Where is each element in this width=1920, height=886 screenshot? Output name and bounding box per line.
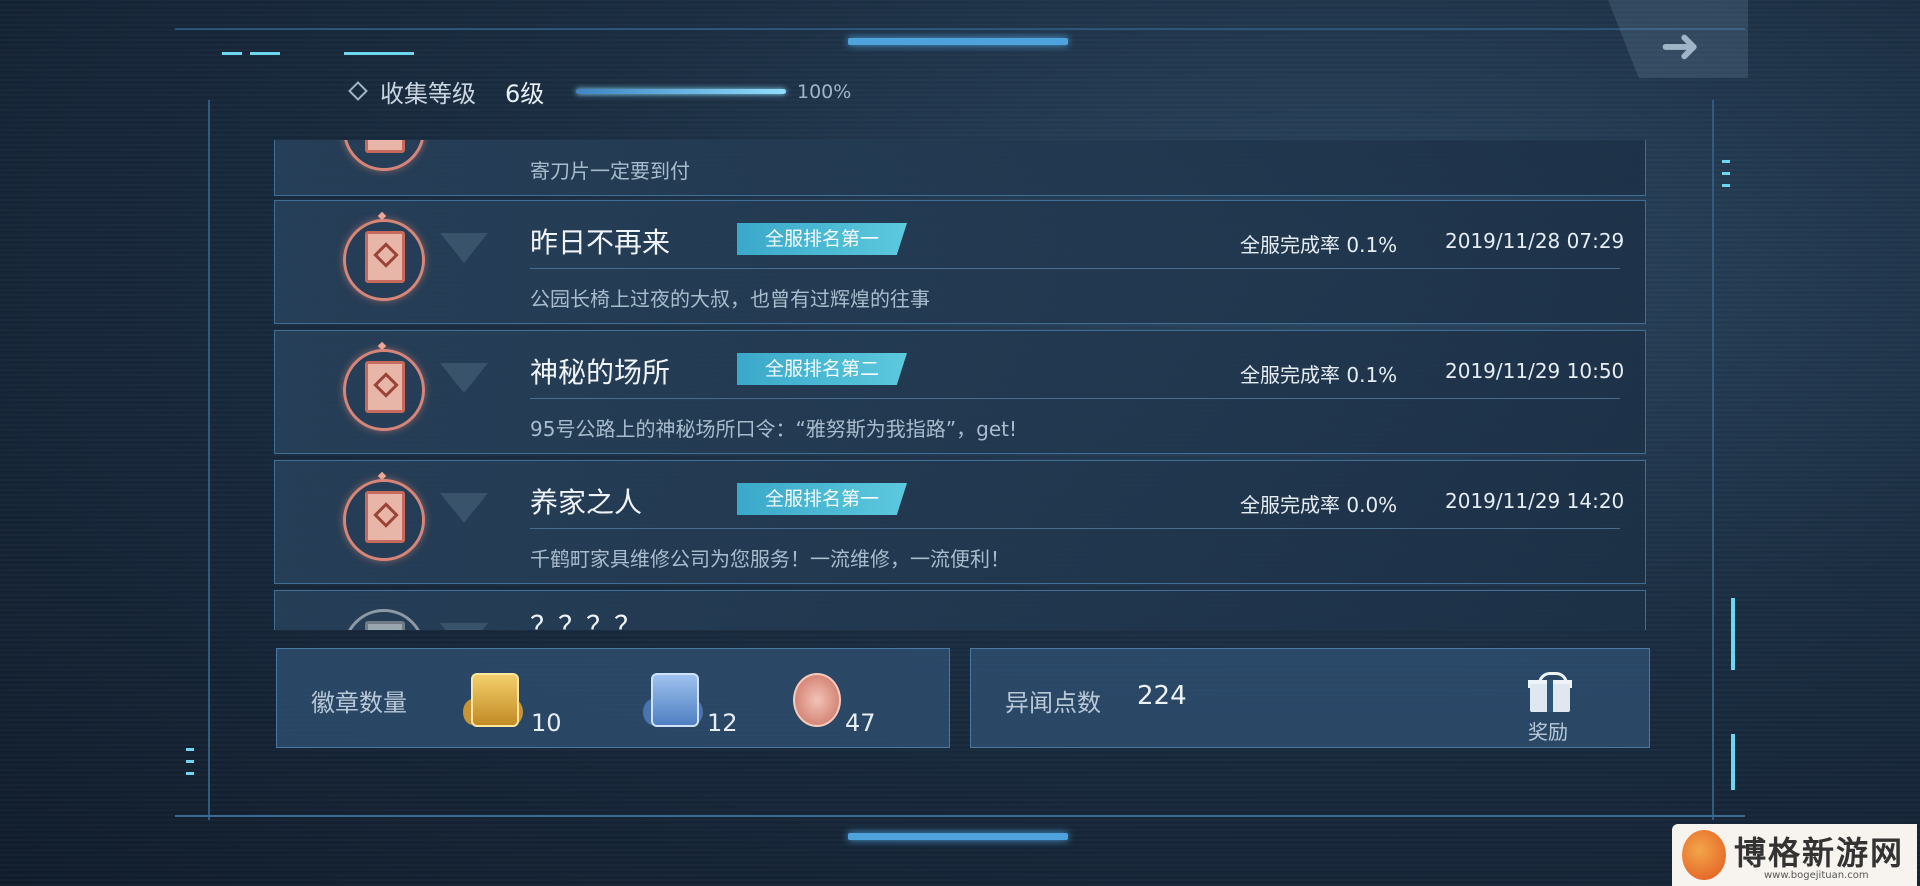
site-watermark: 博格新游网 www.bogejituan.com [1672, 824, 1917, 886]
rank-tag: 全服排名第一 [737, 223, 907, 255]
watermark-logo-icon [1682, 830, 1726, 880]
frame-bottom-line [175, 815, 1745, 817]
frame-tick [186, 772, 194, 775]
list-item[interactable]: 养家之人 全服排名第一 全服完成率 0.0% 2019/11/29 14:20 … [274, 460, 1646, 584]
locked-badge-icon [341, 603, 425, 630]
frame-left-line [208, 100, 210, 820]
completion-rate: 全服完成率 0.0% [1240, 493, 1398, 517]
achievement-desc: 寄刀片一定要到付 [530, 159, 690, 183]
triangle-decoration [440, 493, 488, 523]
completion-time: 2019/11/28 07:29 [1445, 229, 1625, 253]
achievement-desc: 千鹤町家具维修公司为您服务！一流维修，一流便利！ [530, 547, 1010, 571]
completion-rate: 全服完成率 0.1% [1240, 363, 1398, 387]
frame-right-line [1712, 100, 1714, 820]
list-item[interactable]: 昨日不再来 全服排名第一 全服完成率 0.1% 2019/11/28 07:29… [274, 200, 1646, 324]
achievement-desc: 公园长椅上过夜的大叔，也曾有过辉煌的往事 [530, 287, 930, 311]
watermark-url: www.bogejituan.com [1764, 870, 1869, 881]
frame-tick [1722, 160, 1730, 163]
collection-level-value: 6级 [505, 80, 545, 108]
points-label: 异闻点数 [1005, 689, 1101, 717]
points-value: 224 [1137, 681, 1187, 711]
achievement-badge-icon [341, 341, 425, 435]
rank-tag: 全服排名第二 [737, 353, 907, 385]
badge-count-panel: 徽章数量 10 12 47 [276, 648, 950, 748]
achievement-name: 神秘的场所 [530, 356, 671, 389]
achievement-name: 养家之人 [530, 486, 643, 519]
frame-tick [186, 748, 194, 751]
frame-right-glow [1731, 598, 1735, 670]
achievement-badge-icon [341, 140, 425, 175]
achievement-badge-icon [341, 471, 425, 565]
gold-badge-count: 10 [531, 709, 562, 737]
watermark-title: 博格新游网 [1734, 834, 1905, 872]
collection-progress-text: 100% [797, 81, 852, 103]
collection-progress-fill [576, 89, 786, 94]
red-badge-count: 47 [845, 709, 876, 737]
list-item[interactable]: 寄刀片一定要到付 [274, 140, 1646, 196]
achievement-list[interactable]: 寄刀片一定要到付 昨日不再来 全服排名第一 全服完成率 0.1% 2019/11… [274, 140, 1646, 630]
list-item[interactable]: 神秘的场所 全服排名第二 全服完成率 0.1% 2019/11/29 10:50… [274, 330, 1646, 454]
collection-level-label: 收集等级 [380, 80, 476, 108]
blue-badge-count: 12 [707, 709, 738, 737]
frame-tick [186, 760, 194, 763]
completion-rate: 全服完成率 0.1% [1240, 233, 1398, 257]
blue-badge-icon [643, 669, 703, 729]
red-badge-icon [785, 669, 845, 729]
frame-dash [222, 52, 242, 55]
frame-dash [344, 52, 414, 55]
completion-time: 2019/11/29 10:50 [1445, 359, 1625, 383]
achievement-badge-icon [341, 211, 425, 305]
collection-progress-bar [576, 89, 786, 94]
frame-tick [1722, 184, 1730, 187]
row-divider [530, 398, 1620, 399]
gold-badge-icon [463, 669, 523, 729]
row-divider [530, 528, 1620, 529]
frame-dash [250, 52, 280, 55]
triangle-decoration [440, 363, 488, 393]
row-divider [530, 268, 1620, 269]
triangle-decoration [440, 623, 488, 630]
frame-bottom-accent [848, 833, 1068, 840]
frame-tick [1722, 172, 1730, 175]
rank-tag: 全服排名第一 [737, 483, 907, 515]
achievement-desc: 95号公路上的神秘场所口令：“雅努斯为我指路”，get! [530, 417, 1018, 441]
badge-count-label: 徽章数量 [311, 689, 407, 717]
frame-top-line [175, 28, 1745, 30]
achievement-name: 昨日不再来 [530, 226, 671, 259]
completion-time: 2019/11/29 14:20 [1445, 489, 1625, 513]
list-item[interactable]: ？？？？ [274, 590, 1646, 630]
frame-top-accent [848, 38, 1068, 45]
arrow-right-icon[interactable]: ➜ [1660, 18, 1700, 74]
gift-icon[interactable] [1528, 672, 1572, 712]
achievement-name: ？？？？ [530, 610, 643, 630]
triangle-decoration [440, 233, 488, 263]
reward-button-label[interactable]: 奖励 [1528, 716, 1568, 745]
diamond-icon [348, 81, 368, 101]
frame-right-glow [1731, 734, 1735, 790]
